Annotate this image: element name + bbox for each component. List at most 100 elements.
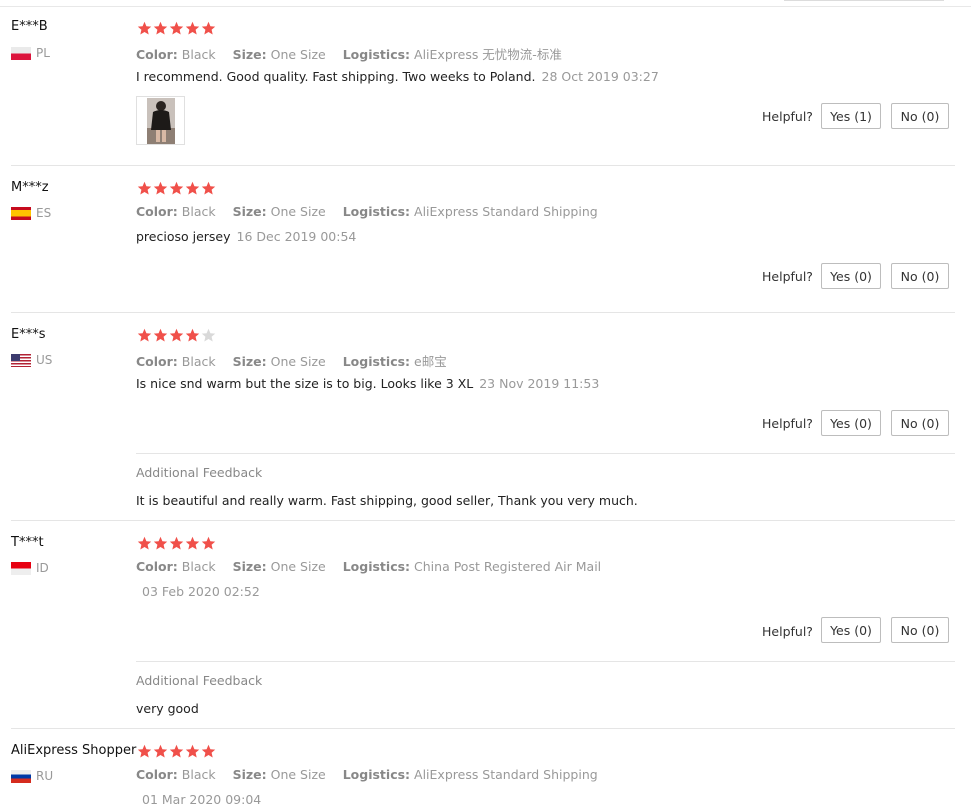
color-value: Black [181, 354, 216, 369]
sku-info: Color: Black Size: One Size Logistics: C… [136, 559, 601, 574]
review-date: 03 Feb 2020 02:52 [142, 584, 260, 599]
review-divider [11, 312, 955, 313]
additional-feedback-heading: Additional Feedback [136, 673, 263, 688]
logistics-label: Logistics: [342, 47, 411, 62]
logistics-value: AliExpress Standard Shipping [414, 204, 598, 219]
size-value: One Size [270, 767, 326, 782]
reviewer-name: M***z [11, 180, 49, 195]
star-rating [137, 21, 216, 36]
star-filled-icon [137, 21, 152, 35]
helpful-yes-button[interactable]: Yes (0) [821, 263, 881, 289]
tab-edge [784, 0, 944, 1]
star-filled-icon [185, 536, 200, 550]
review-date: 23 Nov 2019 11:53 [479, 376, 600, 391]
reviewer-country: PL [11, 46, 50, 60]
comment-text: Is nice snd warm but the size is to big.… [136, 376, 474, 391]
reviewer-country: ES [11, 206, 51, 220]
feedback-divider [136, 661, 955, 662]
color-value: Black [181, 559, 216, 574]
reviewer-name: E***B [11, 19, 48, 34]
star-filled-icon [137, 536, 152, 550]
star-filled-icon [201, 21, 216, 35]
sku-info: Color: Black Size: One Size Logistics: A… [136, 767, 598, 782]
star-filled-icon [153, 181, 168, 195]
reviewer-country: RU [11, 769, 53, 783]
helpful-label: Helpful? [762, 624, 813, 639]
spain-flag-icon [11, 206, 31, 220]
size-label: Size: [232, 767, 267, 782]
star-filled-icon [153, 328, 168, 342]
country-code: ID [36, 561, 49, 575]
review-divider [11, 165, 955, 166]
color-label: Color: [136, 354, 178, 369]
country-code: US [36, 353, 53, 367]
size-label: Size: [232, 204, 267, 219]
size-label: Size: [232, 354, 267, 369]
helpful-no-button[interactable]: No (0) [891, 103, 949, 129]
helpful-no-button[interactable]: No (0) [891, 617, 949, 643]
helpful-label: Helpful? [762, 109, 813, 124]
review-comment: precioso jersey 16 Dec 2019 00:54 [136, 229, 356, 244]
logistics-label: Logistics: [342, 767, 411, 782]
helpful-no-button[interactable]: No (0) [891, 263, 949, 289]
review-comment: 03 Feb 2020 02:52 [136, 584, 260, 599]
color-label: Color: [136, 767, 178, 782]
logistics-value: AliExpress Standard Shipping [414, 767, 598, 782]
logistics-label: Logistics: [342, 204, 411, 219]
star-filled-icon [137, 181, 152, 195]
star-filled-icon [169, 744, 184, 758]
star-rating [137, 536, 216, 551]
logistics-value: e邮宝 [414, 354, 447, 369]
helpful-yes-button[interactable]: Yes (0) [821, 410, 881, 436]
star-filled-icon [185, 181, 200, 195]
review-photo-thumbnail[interactable] [136, 96, 185, 145]
star-rating [137, 328, 216, 343]
review-comment: I recommend. Good quality. Fast shipping… [136, 69, 659, 84]
star-filled-icon [185, 21, 200, 35]
star-filled-icon [153, 744, 168, 758]
indonesia-flag-icon [11, 561, 31, 575]
comment-text: precioso jersey [136, 229, 231, 244]
color-value: Black [181, 767, 216, 782]
reviewer-name: AliExpress Shopper [11, 743, 137, 758]
review-date: 01 Mar 2020 09:04 [142, 792, 262, 807]
size-value: One Size [270, 47, 326, 62]
reviewer-country: US [11, 353, 52, 367]
logistics-value: China Post Registered Air Mail [414, 559, 602, 574]
helpful-label: Helpful? [762, 416, 813, 431]
reviewer-name: E***s [11, 327, 46, 342]
reviewer-country: ID [11, 561, 49, 575]
review-divider [11, 728, 955, 729]
usa-flag-icon [11, 353, 31, 367]
star-filled-icon [201, 536, 216, 550]
color-value: Black [181, 47, 216, 62]
size-label: Size: [232, 47, 267, 62]
review-divider [11, 520, 955, 521]
top-tab-bar [0, 0, 971, 7]
helpful-yes-button[interactable]: Yes (0) [821, 617, 881, 643]
logistics-label: Logistics: [342, 559, 411, 574]
helpful-yes-button[interactable]: Yes (1) [821, 103, 881, 129]
star-filled-icon [169, 21, 184, 35]
size-value: One Size [270, 204, 326, 219]
star-filled-icon [185, 328, 200, 342]
star-filled-icon [169, 181, 184, 195]
star-filled-icon [169, 328, 184, 342]
star-filled-icon [201, 181, 216, 195]
size-value: One Size [270, 354, 326, 369]
helpful-no-button[interactable]: No (0) [891, 410, 949, 436]
sku-info: Color: Black Size: One Size Logistics: e… [136, 351, 447, 370]
sku-info: Color: Black Size: One Size Logistics: A… [136, 204, 598, 219]
star-filled-icon [201, 744, 216, 758]
country-code: ES [36, 206, 52, 220]
star-filled-icon [185, 744, 200, 758]
russia-flag-icon [11, 769, 31, 783]
star-rating [137, 744, 216, 759]
helpful-label: Helpful? [762, 269, 813, 284]
additional-feedback-text: It is beautiful and really warm. Fast sh… [136, 493, 638, 508]
color-value: Black [181, 204, 216, 219]
feedback-divider [136, 453, 955, 454]
color-label: Color: [136, 559, 178, 574]
comment-text: I recommend. Good quality. Fast shipping… [136, 69, 536, 84]
size-label: Size: [232, 559, 267, 574]
